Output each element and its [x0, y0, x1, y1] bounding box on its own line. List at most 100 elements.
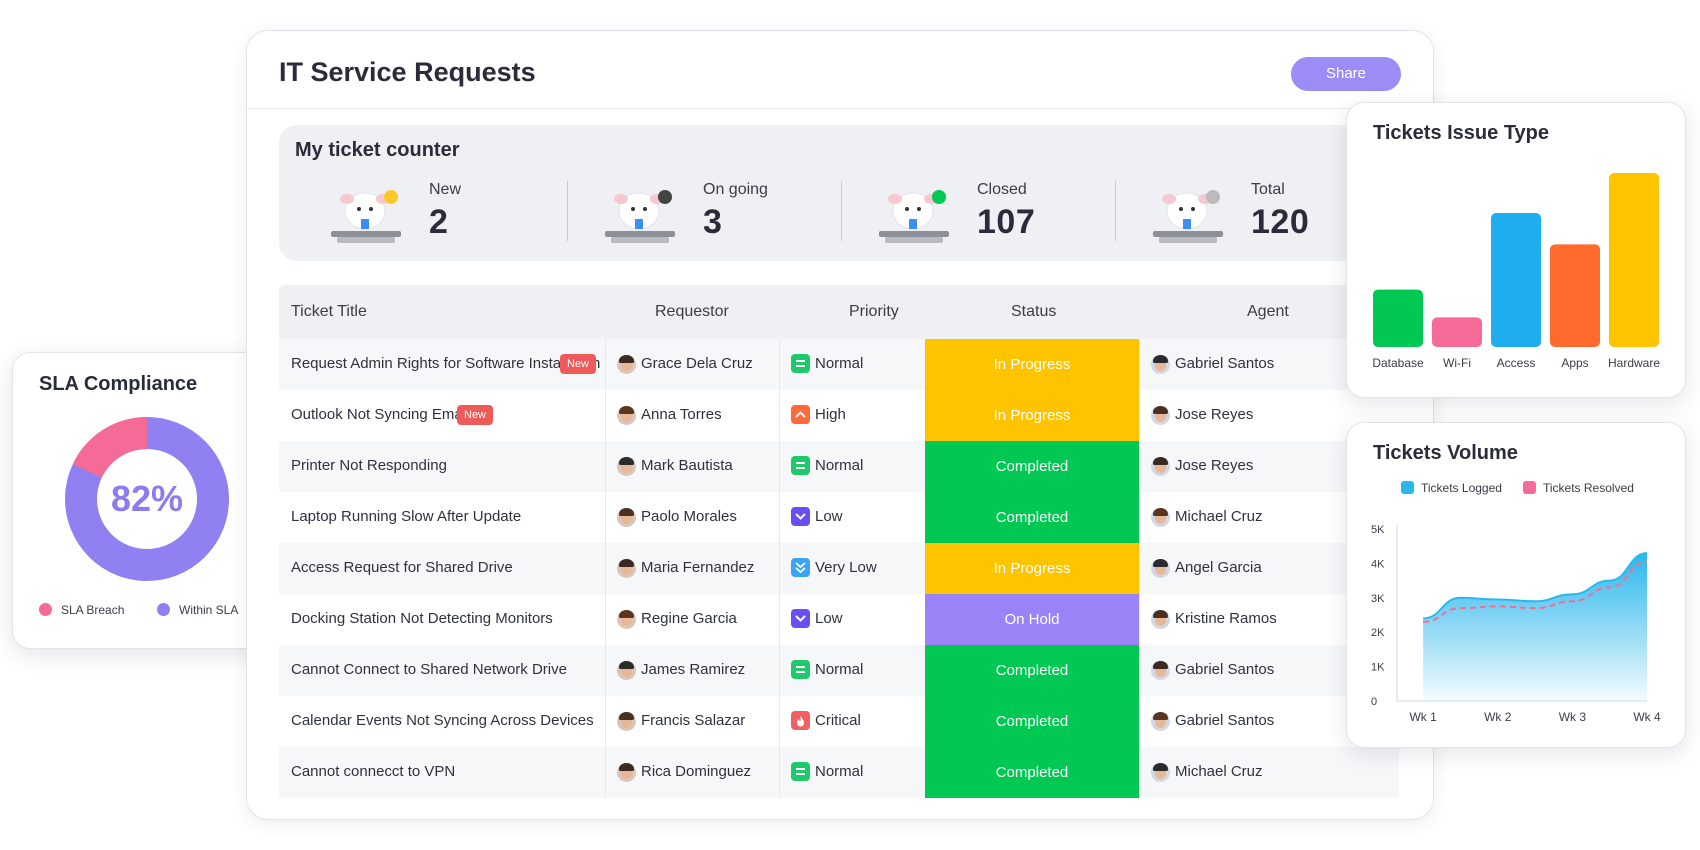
tickets-volume-card: Tickets Volume Tickets Logged Tickets Reso… [1346, 422, 1686, 748]
requestor-avatar [617, 610, 636, 629]
share-button[interactable]: Share [1291, 57, 1401, 91]
bar-hardware[interactable] [1609, 173, 1659, 347]
requestor-avatar [617, 457, 636, 476]
priority-label: Low [815, 610, 843, 627]
mascot-icon [879, 190, 949, 243]
status-badge[interactable]: In Progress [925, 390, 1139, 441]
table-row[interactable]: Request Admin Rights for Software Instal… [279, 339, 1399, 390]
column-divider [605, 645, 606, 696]
column-divider [779, 594, 780, 645]
bar-label: Wi-Fi [1443, 356, 1471, 370]
board-header: IT Service Requests Share [247, 31, 1433, 109]
counter-label: Closed [977, 181, 1027, 198]
agent-avatar [1151, 406, 1170, 425]
ticket-title[interactable]: Cannot Connect to Shared Network Drive [291, 661, 567, 678]
column-header-status[interactable]: Status [1011, 303, 1056, 321]
status-badge[interactable]: On Hold [925, 594, 1139, 645]
counter-value: 2 [429, 203, 449, 241]
table-row[interactable]: Cannot connecct to VPN Rica Dominguez Norm… [279, 747, 1399, 798]
counter-divider [567, 181, 568, 241]
ticket-title[interactable]: Calendar Events Not Syncing Across Devic… [291, 712, 594, 729]
bar-label: Access [1497, 356, 1536, 370]
table-row[interactable]: Docking Station Not Detecting Monitors Re… [279, 594, 1399, 645]
counter-divider [841, 181, 842, 241]
ticket-title[interactable]: Outlook Not Syncing Emails [291, 406, 477, 423]
x-tick-label: Wk 1 [1409, 710, 1437, 724]
table-row[interactable]: Access Request for Shared Drive Maria Fer… [279, 543, 1399, 594]
table-row[interactable]: Laptop Running Slow After Update Paolo Mo… [279, 492, 1399, 543]
requestor-name: Francis Salazar [641, 712, 746, 729]
counter-label: New [429, 181, 462, 198]
agent-avatar [1151, 661, 1170, 680]
priority-normal-icon [791, 354, 810, 373]
status-badge[interactable]: In Progress [925, 339, 1139, 390]
bar-database[interactable] [1373, 289, 1423, 347]
table-row[interactable]: Outlook Not Syncing Emails New Anna Torres… [279, 390, 1399, 441]
status-badge[interactable]: Completed [925, 696, 1139, 747]
legend-label: Tickets Resolved [1543, 481, 1634, 495]
mascot-icon [1153, 190, 1223, 243]
ticket-title[interactable]: Cannot connecct to VPN [291, 763, 455, 780]
requestor-name: Rica Dominguez [641, 763, 752, 780]
column-divider [605, 441, 606, 492]
status-badge[interactable]: Completed [925, 645, 1139, 696]
ticket-title[interactable]: Laptop Running Slow After Update [291, 508, 521, 525]
agent-avatar [1151, 457, 1170, 476]
status-badge[interactable]: Completed [925, 747, 1139, 798]
priority-label: Very Low [815, 559, 877, 576]
agent-name: Jose Reyes [1175, 406, 1254, 423]
column-divider [779, 747, 780, 798]
avatar-hair [1153, 406, 1168, 414]
column-header-ticket-title[interactable]: Ticket Title [291, 303, 367, 321]
ticket-counter-panel: My ticket counter New 2 On going 3 Closed 107… [279, 125, 1399, 261]
bar-access[interactable] [1491, 213, 1541, 347]
column-header-priority[interactable]: Priority [849, 303, 899, 321]
tickets-logged-area [1423, 553, 1647, 701]
agent-name: Michael Cruz [1175, 763, 1263, 780]
priority-normal-icon [791, 456, 810, 475]
counter-label: On going [703, 181, 768, 198]
agent-name: Kristine Ramos [1175, 610, 1277, 627]
priority-label: Normal [815, 355, 864, 372]
it-service-requests-board: IT Service Requests Share My ticket coun… [246, 30, 1434, 820]
column-divider [605, 543, 606, 594]
ticket-title[interactable]: Access Request for Shared Drive [291, 559, 513, 576]
ticket-title[interactable]: Docking Station Not Detecting Monitors [291, 610, 553, 627]
bar-wifi[interactable] [1432, 317, 1482, 347]
column-header-requestor[interactable]: Requestor [655, 303, 729, 321]
column-divider [1139, 594, 1140, 645]
column-header-agent[interactable]: Agent [1247, 303, 1289, 321]
ticket-title[interactable]: Request Admin Rights for Software Instal… [291, 355, 600, 372]
avatar-hair [1153, 559, 1168, 567]
status-badge[interactable]: Completed [925, 441, 1139, 492]
requestor-avatar [617, 508, 636, 527]
column-divider [779, 492, 780, 543]
status-badge[interactable]: Completed [925, 492, 1139, 543]
status-badge[interactable]: In Progress [925, 543, 1139, 594]
column-divider [1139, 747, 1140, 798]
requestor-name: Paolo Morales [641, 508, 737, 525]
new-badge: New [560, 354, 597, 374]
x-tick-label: Wk 2 [1484, 710, 1512, 724]
table-row[interactable]: Cannot Connect to Shared Network Drive Ja… [279, 645, 1399, 696]
ticket-title[interactable]: Printer Not Responding [291, 457, 447, 474]
priority-normal-icon [791, 660, 810, 679]
requestor-avatar [617, 559, 636, 578]
column-divider [779, 390, 780, 441]
legend-label: Tickets Logged [1421, 481, 1502, 495]
table-row[interactable]: Printer Not Responding Mark Bautista Norma… [279, 441, 1399, 492]
page-title: IT Service Requests [279, 57, 536, 87]
table-row[interactable]: Calendar Events Not Syncing Across Devic… [279, 696, 1399, 747]
sla-percent-label: 82% [110, 478, 184, 519]
requestor-avatar [617, 712, 636, 731]
bar-label: Hardware [1608, 356, 1660, 370]
requestor-avatar [617, 661, 636, 680]
bar-apps[interactable] [1550, 244, 1600, 347]
avatar-hair [619, 355, 634, 363]
column-divider [1139, 339, 1140, 390]
column-divider [605, 696, 606, 747]
avatar-hair [619, 406, 634, 414]
agent-avatar [1151, 559, 1170, 578]
avatar-hair [619, 610, 634, 618]
within-sla-legend-label: Within SLA [179, 603, 239, 617]
